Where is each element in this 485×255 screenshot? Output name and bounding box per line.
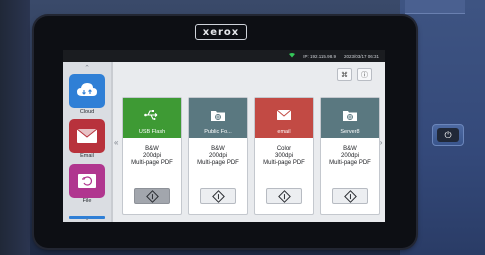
tile-server8[interactable]: Server8 B&W 200dpi Multi-page PDF bbox=[320, 97, 380, 215]
scroll-down-icon[interactable]: ⌄ bbox=[63, 214, 111, 222]
tile-name: USB Flash bbox=[138, 129, 166, 135]
tile-resolution: 300dpi bbox=[274, 153, 294, 160]
tile-header: USB Flash bbox=[123, 98, 181, 138]
start-button[interactable] bbox=[266, 188, 302, 204]
tile-public-folder[interactable]: Public Fo... B&W 200dpi Multi-page PDF bbox=[188, 97, 248, 215]
tile-format: Multi-page PDF bbox=[197, 160, 239, 167]
envelope-icon bbox=[77, 129, 97, 143]
prev-page-arrow[interactable]: « bbox=[114, 138, 118, 147]
email-app-label: Email bbox=[80, 153, 94, 159]
ip-address: IP: 192.115.98.9 bbox=[303, 53, 336, 59]
tile-format: Multi-page PDF bbox=[131, 160, 173, 167]
server-folder-icon bbox=[343, 111, 357, 121]
start-icon bbox=[277, 189, 291, 203]
app-sidebar: ⌃ Cloud Email File ⌄ bbox=[63, 62, 111, 222]
tile-header: Server8 bbox=[321, 98, 379, 138]
cloud-icon bbox=[77, 83, 97, 96]
tile-resolution: 200dpi bbox=[208, 153, 228, 160]
usb-icon bbox=[144, 110, 158, 120]
file-icon bbox=[78, 174, 96, 188]
cloud-app-button[interactable] bbox=[69, 74, 105, 108]
device-left-edge bbox=[0, 0, 30, 255]
power-icon: ⏻ bbox=[437, 128, 459, 142]
info-button[interactable]: ⓘ bbox=[357, 68, 372, 81]
power-button[interactable]: ⏻ bbox=[432, 124, 464, 146]
start-icon bbox=[343, 189, 357, 203]
reset-icon: ⌘ bbox=[341, 71, 348, 79]
tile-settings: B&W 200dpi Multi-page PDF bbox=[189, 146, 247, 168]
reset-button[interactable]: ⌘ bbox=[337, 68, 352, 81]
tile-email[interactable]: email Color 300dpi Multi-page PDF bbox=[254, 97, 314, 215]
tile-format: Multi-page PDF bbox=[329, 160, 371, 167]
start-icon bbox=[145, 189, 159, 203]
tile-settings: Color 300dpi Multi-page PDF bbox=[255, 146, 313, 168]
tile-usb-flash[interactable]: USB Flash B&W 200dpi Multi-page PDF bbox=[122, 97, 182, 215]
wifi-icon bbox=[289, 52, 296, 60]
tile-settings: B&W 200dpi Multi-page PDF bbox=[123, 146, 181, 168]
brand-logo: xerox bbox=[195, 24, 247, 40]
device-top-tab bbox=[405, 0, 465, 14]
tile-header: email bbox=[255, 98, 313, 138]
tile-format: Multi-page PDF bbox=[263, 160, 305, 167]
file-app-button[interactable] bbox=[69, 164, 105, 198]
folder-icon bbox=[211, 111, 225, 121]
start-icon bbox=[211, 189, 225, 203]
tile-name: Public Fo... bbox=[204, 129, 232, 135]
start-button[interactable] bbox=[134, 188, 170, 204]
tile-resolution: 200dpi bbox=[340, 153, 360, 160]
workflow-panel: ⌘ ⓘ « » USB Flash B&W 200dpi Multi-page … bbox=[113, 62, 385, 222]
start-button[interactable] bbox=[200, 188, 236, 204]
cloud-app-label: Cloud bbox=[79, 109, 95, 115]
tile-color-mode: Color bbox=[276, 146, 292, 152]
tile-header: Public Fo... bbox=[189, 98, 247, 138]
tile-name: Server8 bbox=[340, 129, 360, 135]
scroll-up-icon[interactable]: ⌃ bbox=[63, 64, 111, 72]
start-button[interactable] bbox=[332, 188, 368, 204]
tile-name: email bbox=[277, 129, 291, 135]
status-bar: IP: 192.115.98.9 2023/03/17 06:31 bbox=[63, 50, 385, 62]
tile-color-mode: B&W bbox=[343, 146, 357, 152]
info-icon: ⓘ bbox=[361, 71, 368, 79]
touch-screen: IP: 192.115.98.9 2023/03/17 06:31 ⌃ Clou… bbox=[63, 50, 385, 222]
date-time: 2023/03/17 06:31 bbox=[343, 53, 379, 59]
email-app-button[interactable] bbox=[69, 119, 105, 153]
tile-color-mode: B&W bbox=[211, 146, 225, 152]
file-app-label: File bbox=[82, 198, 92, 204]
tile-color-mode: B&W bbox=[145, 146, 159, 152]
tile-resolution: 200dpi bbox=[142, 153, 162, 160]
envelope-icon bbox=[276, 109, 292, 120]
tile-settings: B&W 200dpi Multi-page PDF bbox=[321, 146, 379, 168]
